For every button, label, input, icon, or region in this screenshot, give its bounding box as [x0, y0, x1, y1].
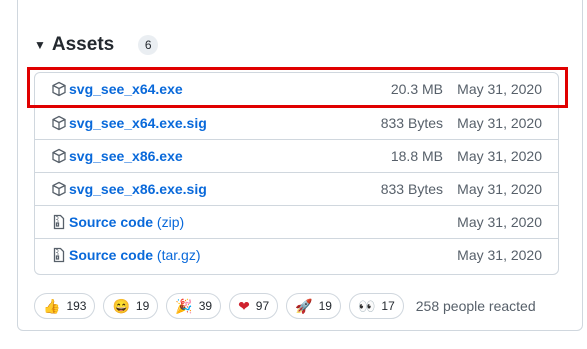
reaction-count: 193: [66, 299, 87, 313]
assets-count-badge: 6: [138, 35, 159, 55]
caret-down-icon[interactable]: ▼: [34, 39, 46, 51]
asset-link[interactable]: Source code (zip): [69, 214, 184, 230]
asset-date: May 31, 2020: [457, 115, 542, 131]
asset-row: svg_see_x64.exe 20.3 MB May 31, 2020: [35, 73, 558, 106]
asset-link[interactable]: svg_see_x86.exe.sig: [69, 181, 207, 197]
reaction-rocket[interactable]: 🚀 19: [286, 293, 341, 319]
asset-row: Source code (tar.gz) May 31, 2020: [35, 238, 558, 271]
asset-row: svg_see_x64.exe.sig 833 Bytes May 31, 20…: [35, 106, 558, 139]
package-icon: [52, 81, 66, 97]
asset-row: svg_see_x86.exe.sig 833 Bytes May 31, 20…: [35, 172, 558, 205]
reaction-count: 19: [318, 299, 332, 313]
hooray-icon: 🎉: [175, 297, 193, 314]
asset-size: 20.3 MB: [390, 81, 443, 97]
asset-date: May 31, 2020: [457, 148, 542, 164]
reaction-hooray[interactable]: 🎉 39: [166, 293, 222, 319]
heart-icon: ❤: [238, 297, 250, 314]
thumbs-up-icon: 👍: [43, 297, 61, 314]
file-zip-icon: [53, 247, 65, 263]
asset-date: May 31, 2020: [457, 81, 542, 97]
file-zip-icon: [53, 214, 65, 230]
reaction-thumbs-up[interactable]: 👍 193: [34, 293, 96, 319]
asset-link[interactable]: Source code (tar.gz): [69, 247, 201, 263]
package-icon: [52, 181, 66, 197]
eyes-icon: 👀: [357, 297, 376, 314]
reactions-summary[interactable]: 258 people reacted: [416, 298, 536, 314]
rocket-icon: 🚀: [295, 297, 313, 314]
assets-list: svg_see_x64.exe 20.3 MB May 31, 2020 svg…: [34, 72, 559, 275]
asset-date: May 31, 2020: [457, 214, 542, 230]
asset-date: May 31, 2020: [457, 181, 542, 197]
asset-link[interactable]: svg_see_x86.exe: [69, 148, 183, 164]
asset-row: svg_see_x86.exe 18.8 MB May 31, 2020: [35, 139, 558, 172]
reaction-heart[interactable]: ❤ 97: [229, 293, 279, 319]
asset-date: May 31, 2020: [457, 247, 542, 263]
reaction-count: 39: [198, 299, 213, 313]
asset-size: 833 Bytes: [380, 181, 443, 197]
reaction-count: 19: [135, 299, 150, 313]
reaction-count: 97: [255, 299, 270, 313]
reactions-bar: 👍 193 😄 19 🎉 39 ❤ 97 🚀 19 👀 17 258 peopl…: [34, 292, 536, 320]
reaction-laugh[interactable]: 😄 19: [103, 293, 159, 319]
assets-header[interactable]: ▼ Assets 6: [34, 33, 159, 57]
reaction-eyes[interactable]: 👀 17: [348, 293, 404, 319]
asset-link[interactable]: svg_see_x64.exe.sig: [69, 115, 207, 131]
reaction-count: 17: [381, 299, 395, 313]
laugh-icon: 😄: [112, 297, 130, 314]
asset-row: Source code (zip) May 31, 2020: [35, 205, 558, 238]
package-icon: [52, 148, 66, 164]
asset-link[interactable]: svg_see_x64.exe: [69, 81, 183, 97]
package-icon: [52, 115, 66, 131]
asset-size: 833 Bytes: [380, 115, 443, 131]
assets-title: Assets: [51, 34, 115, 55]
asset-size: 18.8 MB: [390, 148, 443, 164]
